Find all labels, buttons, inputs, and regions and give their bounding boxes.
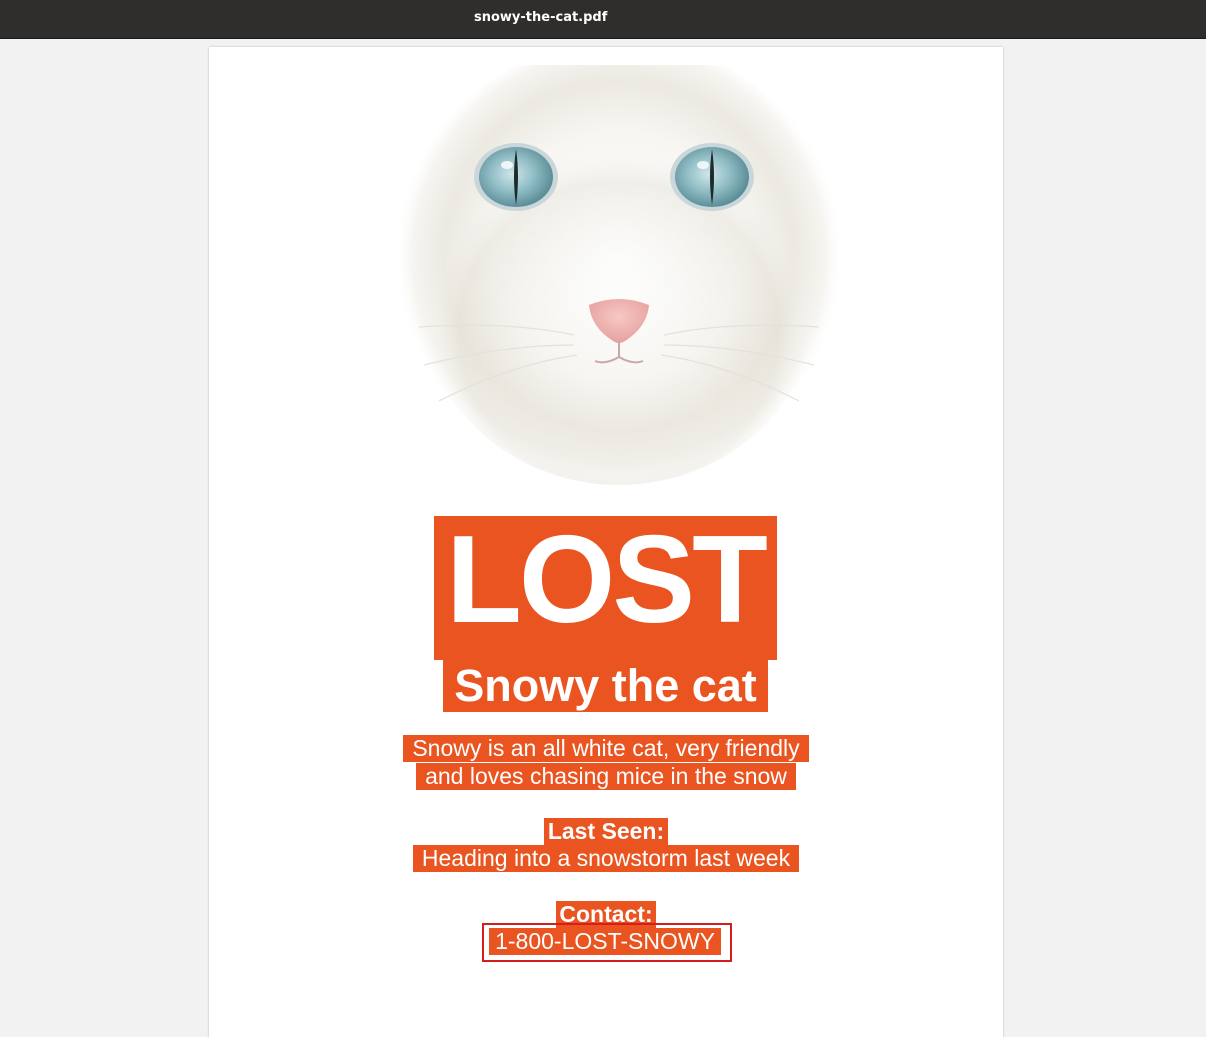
window-titlebar[interactable]: snowy-the-cat.pdf	[0, 0, 1206, 39]
description-line-1: Snowy is an all white cat, very friendly	[403, 735, 809, 762]
description-line-2: and loves chasing mice in the snow	[416, 763, 796, 790]
last-seen-value: Heading into a snowstorm last week	[413, 845, 799, 872]
selection-outline	[482, 923, 732, 962]
cat-photo	[399, 65, 839, 485]
last-seen-label: Last Seen:	[544, 818, 668, 845]
window-title: snowy-the-cat.pdf	[474, 10, 608, 25]
headline-lost: LOST	[434, 516, 777, 644]
subtitle: Snowy the cat	[443, 660, 768, 712]
pdf-page[interactable]: LOST Snowy the cat Snowy is an all white…	[209, 47, 1003, 1037]
document-viewer[interactable]: LOST Snowy the cat Snowy is an all white…	[0, 39, 1206, 1037]
headline-highlight-gap	[434, 644, 777, 660]
